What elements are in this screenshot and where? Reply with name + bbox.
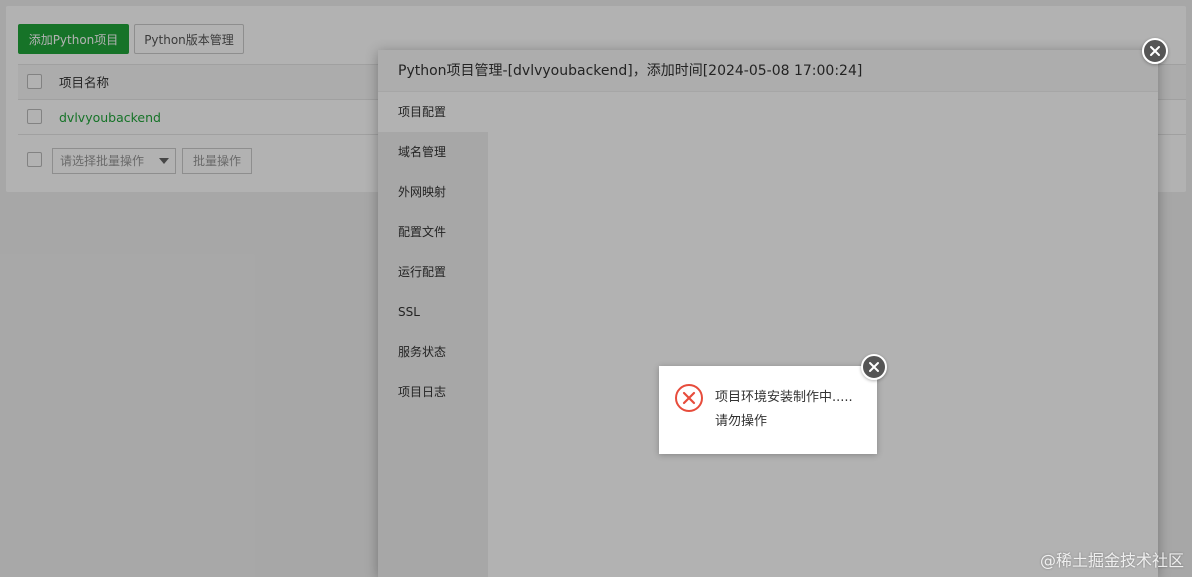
modal-dim-layer	[378, 50, 1158, 577]
alert-message: 项目环境安装制作中..... 请勿操作	[715, 386, 853, 434]
alert-line-2: 请勿操作	[715, 414, 768, 429]
modal-close-button[interactable]	[1142, 38, 1168, 64]
alert-line-1: 项目环境安装制作中.....	[715, 390, 853, 405]
close-icon	[1150, 46, 1160, 56]
watermark: @稀土掘金技术社区	[1039, 551, 1184, 570]
alert-dialog: 项目环境安装制作中..... 请勿操作	[659, 366, 877, 454]
close-icon	[869, 362, 879, 372]
error-x-icon	[675, 384, 703, 412]
alert-close-button[interactable]	[861, 354, 887, 380]
